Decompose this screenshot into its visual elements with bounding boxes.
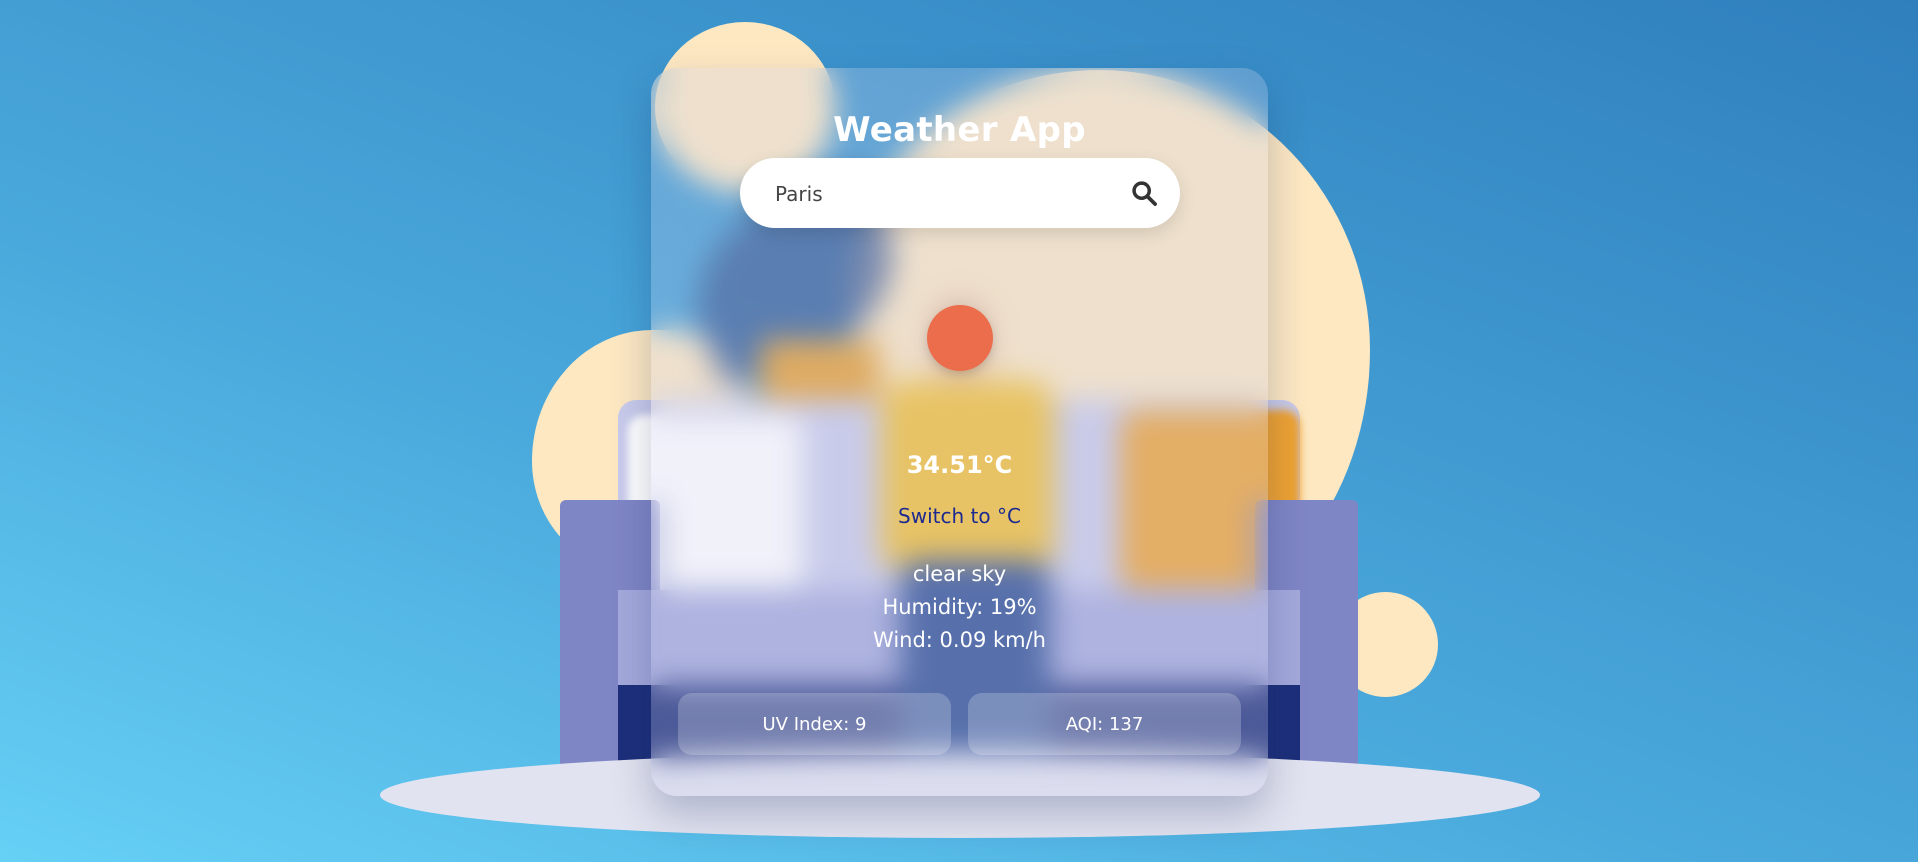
wind-value: Wind: 0.09 km/h bbox=[873, 628, 1046, 652]
weather-description: clear sky bbox=[912, 562, 1007, 586]
search-bar bbox=[740, 158, 1180, 230]
search-icon[interactable] bbox=[1130, 179, 1158, 207]
weather-card: Weather App 34.51°C Switch to °C clear s… bbox=[651, 68, 1268, 796]
humidity-value: Humidity: 19% bbox=[882, 595, 1037, 619]
city-search-input[interactable] bbox=[773, 158, 1107, 230]
unit-switch-link[interactable]: Switch to °C bbox=[651, 504, 1268, 528]
uv-index-card: UV Index: 9 bbox=[678, 693, 951, 755]
app-title: Weather App bbox=[833, 110, 1086, 150]
temperature-value: 34.51°C bbox=[906, 451, 1013, 479]
sun-icon bbox=[927, 305, 993, 371]
aqi-card: AQI: 137 bbox=[968, 693, 1241, 755]
